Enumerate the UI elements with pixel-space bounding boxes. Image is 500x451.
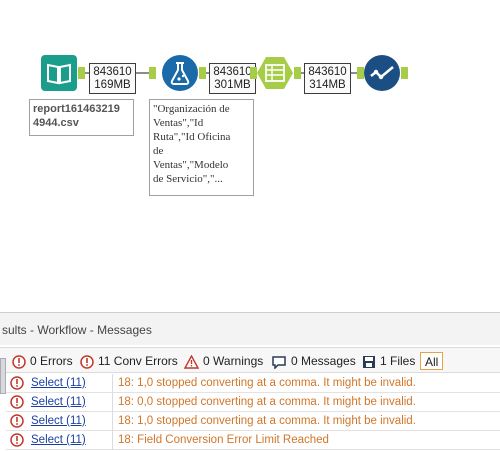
tool-link[interactable]: Select (11) (31, 412, 86, 430)
message-row[interactable]: Select (11) 18: Field Conversion Error L… (6, 431, 500, 450)
output-anchor[interactable] (401, 67, 408, 79)
output-anchor[interactable] (199, 67, 206, 79)
data-size: 314MB (309, 79, 346, 91)
filter-all-button[interactable]: All (420, 352, 444, 370)
column-divider (112, 431, 113, 450)
data-size: 301MB (214, 79, 251, 91)
filter-errors-label: 0 Errors (30, 354, 73, 368)
connection-info-2: 843610 301MB (209, 63, 256, 94)
filter-messages[interactable]: 0 Messages (271, 352, 356, 370)
output-anchor[interactable] (78, 67, 85, 79)
message-row[interactable]: Select (11) 18: 1,0 stopped converting a… (6, 374, 500, 393)
tool-link[interactable]: Select (11) (31, 393, 86, 411)
input-annotation: report161463219 4944.csv (29, 99, 134, 136)
annotation-line: Ruta","Id Oficina (153, 131, 231, 143)
conversion-error-icon (80, 355, 94, 369)
record-count: 843610 (213, 66, 252, 78)
message-list: Select (11) 18: 1,0 stopped converting a… (6, 374, 500, 450)
message-bubble-icon (272, 356, 286, 369)
flask-icon (170, 62, 190, 85)
filter-warnings[interactable]: 0 Warnings (184, 352, 263, 370)
results-panel: sults - Workflow - Messages 0 Errors 11 … (0, 312, 500, 451)
filter-errors[interactable]: 0 Errors (12, 352, 73, 370)
workflow-canvas[interactable]: 843610 169MB 843610 301MB 843610 314MB r… (0, 0, 500, 312)
message-text: 18: 1,0 stopped converting at a comma. I… (118, 415, 416, 427)
output-anchor[interactable] (294, 67, 301, 79)
select-table-icon (257, 57, 293, 89)
filter-messages-label: 0 Messages (291, 354, 356, 368)
data-size: 169MB (94, 79, 131, 91)
input-data-tool[interactable] (41, 55, 77, 91)
annotation-line: Ventas","Modelo (153, 159, 229, 171)
message-row[interactable]: Select (11) 18: 1,0 stopped converting a… (6, 412, 500, 431)
message-filter-toolbar: 0 Errors 11 Conv Errors 0 Warnings 0 Mes… (0, 347, 500, 373)
filter-files[interactable]: 1 Files (362, 352, 415, 370)
error-icon (12, 355, 26, 369)
select-tool[interactable] (257, 55, 293, 91)
browse-check-icon (370, 66, 394, 80)
error-icon (10, 414, 24, 428)
tool-link[interactable]: Select (11) (31, 374, 86, 392)
warning-icon (184, 354, 199, 369)
message-text: 18: 1,0 stopped converting at a comma. I… (118, 377, 416, 389)
formula-annotation: "Organización de Ventas","Id Ruta","Id O… (149, 99, 254, 196)
panel-title: sults - Workflow - Messages (0, 313, 500, 345)
annotation-line: "Organización de (153, 103, 230, 115)
message-text: 18: 0,0 stopped converting at a comma. I… (118, 396, 416, 408)
annotation-line: 4944.csv (33, 117, 79, 129)
column-divider (112, 412, 113, 431)
connection-info-3: 843610 314MB (304, 63, 351, 94)
column-divider (112, 374, 113, 393)
formula-tool[interactable] (162, 55, 198, 91)
message-row[interactable]: Select (11) 18: 0,0 stopped converting a… (6, 393, 500, 412)
filter-warnings-label: 0 Warnings (203, 354, 264, 368)
connection-line (136, 72, 149, 74)
book-icon (47, 63, 71, 85)
annotation-line: de Servicio","... (153, 173, 223, 185)
tool-link[interactable]: Select (11) (31, 431, 86, 449)
filter-files-label: 1 Files (380, 354, 416, 368)
record-count: 843610 (93, 66, 132, 78)
input-anchor[interactable] (149, 67, 156, 79)
error-icon (10, 376, 24, 390)
browse-tool[interactable] (364, 55, 400, 91)
message-text: 18: Field Conversion Error Limit Reached (118, 434, 329, 446)
annotation-line: report161463219 (33, 103, 120, 115)
save-disk-icon (363, 355, 375, 368)
input-anchor[interactable] (250, 67, 257, 79)
connection-info-1: 843610 169MB (89, 63, 136, 94)
annotation-line: Ventas","Id (153, 117, 204, 129)
error-icon (10, 395, 24, 409)
annotation-line: de (153, 145, 164, 157)
error-icon (10, 433, 24, 447)
input-anchor[interactable] (357, 67, 364, 79)
filter-conv-errors[interactable]: 11 Conv Errors (80, 352, 178, 370)
record-count: 843610 (308, 66, 347, 78)
column-divider (112, 393, 113, 412)
filter-conv-errors-label: 11 Conv Errors (98, 354, 178, 368)
